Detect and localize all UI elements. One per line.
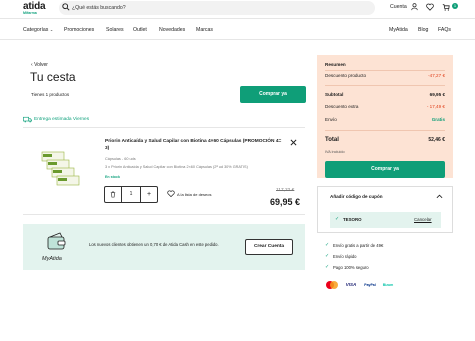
delivery-divider	[23, 127, 305, 128]
heart-icon[interactable]	[167, 190, 175, 197]
myatida-logo: MyAtida	[42, 256, 62, 262]
visa-icon: VISA	[345, 282, 357, 287]
nav-divider	[0, 39, 475, 40]
nav-promociones[interactable]: Promociones	[64, 27, 94, 33]
wallet-icon	[47, 232, 66, 250]
summary-total-value: 52,46 €	[428, 137, 445, 143]
remove-button[interactable]	[105, 187, 122, 202]
account-link[interactable]: Cuenta	[390, 4, 407, 10]
product-divider	[23, 214, 305, 215]
back-link[interactable]: ‹ Volver	[31, 62, 48, 68]
increment-button[interactable]: +	[140, 187, 157, 202]
product-image[interactable]	[40, 150, 82, 192]
nav-solares[interactable]: Solares	[106, 27, 124, 33]
cancel-coupon-link[interactable]: Cancelar	[414, 217, 432, 222]
user-icon[interactable]	[411, 3, 418, 11]
close-icon[interactable]	[290, 139, 297, 146]
bizum-icon: Bizum	[382, 283, 394, 287]
summary-extra-discount-label: Descuento extra	[325, 104, 359, 109]
summary-checkout-button[interactable]: Comprar ya	[325, 161, 445, 178]
wishlist-link[interactable]: A la lista de deseos	[177, 192, 211, 197]
cart-icon[interactable]	[442, 3, 450, 11]
heart-icon[interactable]	[426, 3, 434, 11]
nav-marcas[interactable]: Marcas	[196, 27, 213, 33]
summary-subtotal-label: Subtotal	[325, 92, 344, 97]
quantity-value[interactable]: 1	[122, 187, 140, 202]
summary-shipping-value: Gratis	[431, 117, 445, 122]
coupon-toggle[interactable]: Añadir código de cupón	[330, 194, 383, 199]
check-icon: ✓	[325, 264, 330, 270]
mastercard-icon	[326, 281, 338, 289]
product-name[interactable]: Priorin Anticaída y Salud Capilar con Bi…	[105, 138, 285, 152]
summary-divider	[325, 85, 445, 86]
header-divider	[0, 18, 475, 19]
delivery-estimate: Entrega estimada Viernes	[34, 117, 90, 122]
summary-total-label: Total	[325, 137, 339, 143]
page-title: Tu cesta	[30, 70, 76, 84]
benefit-secure-payment: Pago 100% seguro	[333, 265, 369, 270]
benefit-fast-shipping: Envío rápido	[333, 254, 357, 259]
checkout-button[interactable]: Comprar ya	[240, 86, 306, 103]
nav-novedades[interactable]: Novedades	[159, 27, 185, 33]
check-icon: ✓	[325, 242, 330, 248]
search-placeholder: ¿Qué estás buscando?	[72, 4, 126, 11]
create-account-button[interactable]: Crear Cuenta	[245, 239, 293, 255]
quantity-stepper[interactable]: 1 +	[104, 186, 158, 203]
stock-status: En stock	[105, 175, 120, 179]
summary-divider	[325, 130, 445, 131]
search-input[interactable]: ¿Qué estás buscando?	[59, 1, 375, 15]
product-detail: Cápsulas - 60 uds	[105, 157, 136, 161]
nav-myatida[interactable]: MyAtida	[389, 27, 408, 33]
summary-divider	[325, 70, 445, 71]
search-icon	[62, 3, 70, 11]
summary-subtotal-value: 69,95 €	[429, 92, 445, 97]
product-bundle-detail: 3 x Priorin Anticaída y Salud Capilar co…	[105, 165, 248, 169]
nav-categorias[interactable]: Categorías ⌄	[23, 27, 53, 33]
nav-faqs[interactable]: FAQs	[438, 27, 451, 33]
back-label: Volver	[34, 62, 48, 68]
item-count: Tienes 1 productos	[31, 92, 70, 97]
nav-blog[interactable]: Blog	[418, 27, 428, 33]
summary-product-discount-label: Descuento producto	[325, 73, 367, 78]
product-price: 69,95 €	[270, 197, 301, 207]
check-icon: ✓	[325, 253, 330, 259]
nav-outlet[interactable]: Outlet	[133, 27, 147, 33]
promo-text: Los nuevos clientes obtienen un 0,70 € d…	[89, 242, 219, 247]
summary-title: Resumen	[325, 62, 346, 67]
chevron-up-icon[interactable]	[436, 194, 443, 199]
nav-categorias-label: Categorías	[23, 27, 49, 33]
check-icon: ✓	[335, 216, 340, 222]
trash-icon	[110, 191, 116, 198]
summary-product-discount-value: -47,27 €	[428, 73, 445, 78]
chevron-down-icon: ⌄	[49, 27, 54, 32]
chevron-left-icon: ‹	[31, 62, 33, 68]
top-bar: atida Mifarma ¿Qué estás buscando? Cuent…	[0, 0, 475, 18]
coupon-code: TESORO	[343, 217, 362, 222]
summary-shipping-label: Envío	[325, 117, 337, 122]
old-price: 117,22 €	[276, 188, 295, 193]
logo-subtitle: Mifarma	[23, 11, 37, 15]
vat-note: IVA incluido	[325, 150, 345, 154]
benefit-free-shipping: Envío gratis a partir de 49€	[333, 243, 384, 248]
cart-badge: 1	[452, 3, 458, 9]
summary-extra-discount-value: - 17,49 €	[426, 104, 445, 109]
truck-icon	[23, 116, 32, 123]
paypal-icon: PayPal	[364, 283, 376, 287]
